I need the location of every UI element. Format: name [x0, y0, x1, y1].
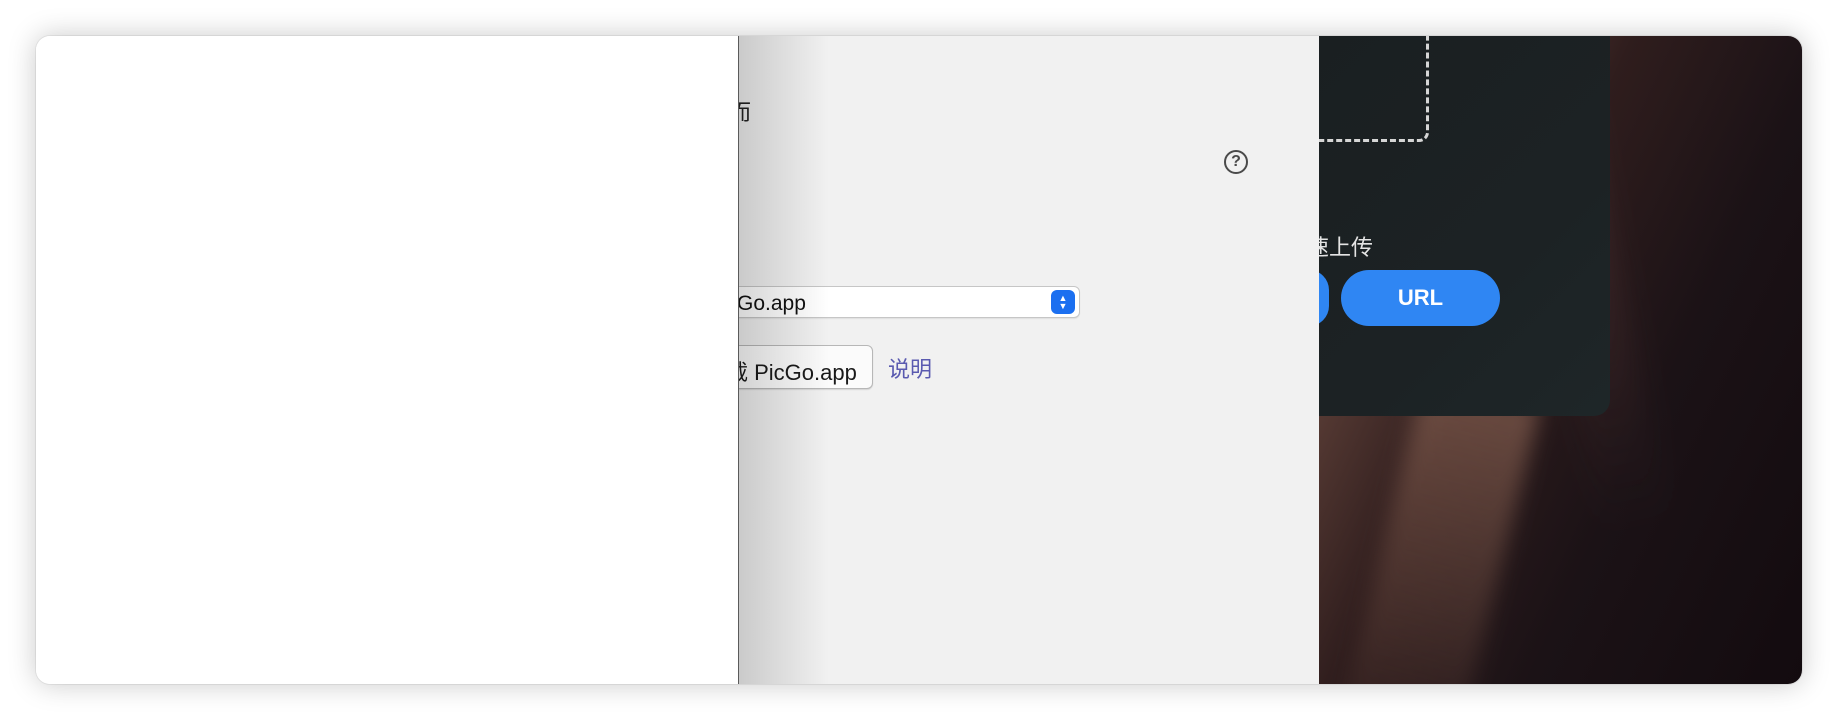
app-window: 而 ? Go.app ▲▼ 载 PicGo.app 说明 速上传 URL — [36, 36, 1802, 684]
upload-option-button[interactable] — [1319, 270, 1329, 326]
pane-divider[interactable] — [738, 36, 739, 684]
upload-card: 速上传 URL — [1319, 36, 1610, 416]
url-upload-button[interactable]: URL — [1341, 270, 1500, 326]
select-arrows-icon: ▲ ▼ — [1051, 290, 1075, 314]
photo-detail — [1337, 376, 1541, 684]
picgo-app-select[interactable]: Go.app ▲ ▼ — [739, 286, 1080, 318]
settings-pane: 而 ? Go.app ▲ ▼ 载 PicGo.app 说明 — [739, 36, 1319, 684]
settings-heading-fragment: 而 — [739, 100, 752, 125]
upload-caption: 速上传 — [1319, 235, 1374, 260]
picgo-app-select-value: Go.app — [739, 292, 806, 315]
download-picgo-button[interactable]: 载 PicGo.app — [739, 345, 873, 389]
instructions-link[interactable]: 说明 — [888, 352, 932, 384]
background-photo: 速上传 URL — [1319, 36, 1802, 684]
help-icon[interactable]: ? — [1224, 150, 1248, 174]
dashed-dropzone[interactable] — [1319, 36, 1429, 142]
blank-pane — [36, 36, 738, 684]
